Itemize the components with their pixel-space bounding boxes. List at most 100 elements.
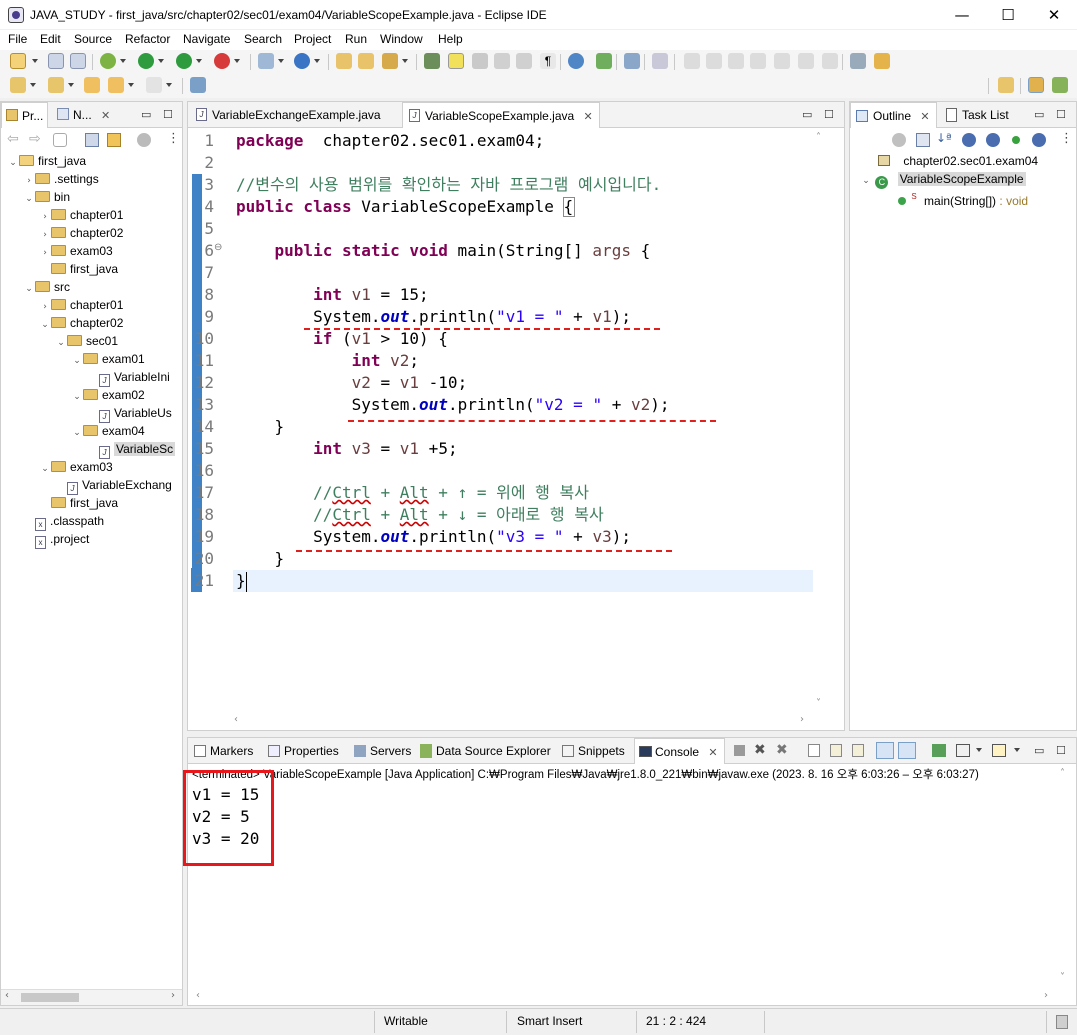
chevron-down-icon[interactable]: ⌄ [39, 460, 51, 478]
tab-navigator[interactable]: N... ✕ [53, 102, 116, 128]
scroll-right-icon[interactable]: › [1044, 990, 1048, 1001]
suspend-icon[interactable] [706, 53, 722, 69]
horizontal-scrollbar[interactable]: ‹ › [1, 989, 182, 1005]
tree-item[interactable]: › exam03 [1, 242, 182, 260]
tree-item[interactable]: first_java [1, 260, 182, 278]
external-tools-dropdown-icon[interactable] [234, 59, 240, 63]
debug-dropdown-icon[interactable] [120, 59, 126, 63]
minimize-view-icon[interactable]: ▭ [1034, 108, 1044, 121]
pin-console-icon[interactable] [932, 744, 946, 757]
scroll-left-icon[interactable]: ‹ [196, 990, 200, 1001]
open-resource-icon[interactable] [358, 53, 374, 69]
display-console-dropdown-icon[interactable] [976, 748, 982, 752]
menu-window[interactable]: Window [380, 32, 423, 46]
word-wrap-console-icon[interactable] [852, 744, 864, 757]
search-tool-icon[interactable] [382, 53, 398, 69]
menu-navigate[interactable]: Navigate [183, 32, 230, 46]
tree-item[interactable]: J VariableSc [1, 440, 182, 459]
coverage-icon[interactable] [176, 53, 192, 69]
open-task-icon[interactable] [424, 53, 440, 69]
drop-to-frame-icon[interactable] [850, 53, 866, 69]
sort-icon[interactable]: ↓ª [936, 131, 952, 145]
hide-fields-icon[interactable] [962, 133, 976, 147]
filter-icon[interactable] [137, 133, 151, 147]
terminate-icon[interactable] [728, 53, 744, 69]
scroll-lock-icon[interactable] [830, 744, 842, 757]
step-into-icon[interactable] [774, 53, 790, 69]
previous-annotation-dropdown-icon[interactable] [68, 83, 74, 87]
close-button[interactable]: ✕ [1031, 0, 1077, 30]
use-step-filters-icon[interactable] [874, 53, 890, 69]
outline-item-class[interactable]: ⌄ C VariableScopeExample [860, 170, 1026, 190]
tree-item[interactable]: › chapter02 [1, 224, 182, 242]
fold-collapse-icon[interactable]: ⊖ [214, 242, 222, 253]
new-dropdown-icon[interactable] [32, 59, 38, 63]
toggle-block-selection-icon[interactable] [472, 53, 488, 69]
web-browser-icon[interactable] [568, 53, 584, 69]
run-icon[interactable] [138, 53, 154, 69]
chevron-down-icon[interactable]: ⌄ [55, 334, 67, 352]
tree-item[interactable]: › chapter01 [1, 206, 182, 224]
tab-data-source-explorer[interactable]: Data Source Explorer [416, 738, 557, 764]
word-wrap-icon[interactable] [516, 53, 532, 69]
scroll-down-icon[interactable]: ˅ [1060, 972, 1065, 983]
minimize-editor-icon[interactable]: ▭ [802, 108, 812, 121]
maximize-view-icon[interactable]: ☐ [1056, 108, 1066, 121]
tab-servers[interactable]: Servers [350, 738, 417, 764]
clear-console-icon[interactable] [808, 744, 820, 757]
open-perspective-icon[interactable] [998, 77, 1014, 93]
tree-item[interactable]: x .classpath [1, 512, 182, 531]
scroll-up-icon[interactable]: ˄ [816, 132, 821, 143]
open-console-dropdown-icon[interactable] [1014, 748, 1020, 752]
maximize-editor-icon[interactable]: ☐ [824, 108, 834, 121]
new-server-dropdown-icon[interactable] [278, 59, 284, 63]
terminate-icon[interactable] [734, 745, 745, 756]
chevron-down-icon[interactable]: ⌄ [71, 388, 83, 406]
maximize-view-icon[interactable]: ☐ [163, 108, 173, 121]
step-return-icon[interactable] [822, 53, 838, 69]
close-icon[interactable]: ✕ [708, 746, 717, 759]
up-icon[interactable] [53, 133, 67, 147]
link-with-editor-icon[interactable] [107, 133, 121, 147]
outline-item-package[interactable]: chapter02.sec01.exam04 [878, 152, 1038, 170]
back-icon[interactable] [108, 77, 124, 93]
close-icon[interactable]: ✕ [920, 110, 929, 123]
save-all-icon[interactable] [70, 53, 86, 69]
resume-icon[interactable] [684, 53, 700, 69]
pilcrow-icon[interactable]: ¶ [540, 53, 556, 69]
scroll-down-icon[interactable]: ˅ [816, 698, 821, 709]
run-dropdown-icon[interactable] [158, 59, 164, 63]
forward-icon[interactable]: ⇨ [29, 131, 41, 147]
tree-item[interactable]: J VariableIni [1, 368, 182, 387]
menu-search[interactable]: Search [244, 32, 282, 46]
show-on-stdout-icon[interactable] [876, 742, 894, 759]
hide-local-types-icon[interactable] [1032, 133, 1046, 147]
tree-item[interactable]: ⌄ exam03 [1, 458, 182, 476]
next-annotation-dropdown-icon[interactable] [30, 83, 36, 87]
previous-annotation-icon[interactable] [48, 77, 64, 93]
tab-variable-scope-example[interactable]: J VariableScopeExample.java ✕ [402, 102, 600, 128]
tab-console[interactable]: Console ✕ [634, 738, 725, 764]
tree-item[interactable]: › chapter01 [1, 296, 182, 314]
maximize-view-icon[interactable]: ☐ [1056, 744, 1066, 757]
tree-item[interactable]: J VariableExchang [1, 476, 182, 495]
java-perspective-icon[interactable] [1028, 77, 1044, 93]
remove-launch-icon[interactable]: ✖ [754, 742, 766, 758]
tab-snippets[interactable]: Snippets [558, 738, 631, 764]
tab-package-explorer[interactable]: Pr... [1, 102, 49, 128]
menu-project[interactable]: Project [294, 32, 331, 46]
chevron-down-icon[interactable]: ⌄ [860, 172, 872, 190]
skip-breakpoints-icon[interactable] [652, 53, 668, 69]
tab-task-list[interactable]: Task List [942, 102, 1015, 128]
minimize-view-icon[interactable]: ▭ [1034, 744, 1044, 757]
scroll-left-icon[interactable]: ‹ [234, 714, 238, 725]
new-java-dropdown-icon[interactable] [314, 59, 320, 63]
show-whitespace-icon[interactable] [494, 53, 510, 69]
scroll-left-icon[interactable]: ‹ [5, 990, 9, 1001]
tree-item[interactable]: › .settings [1, 170, 182, 188]
menu-source[interactable]: Source [74, 32, 112, 46]
tab-outline[interactable]: Outline ✕ [850, 102, 937, 128]
chevron-down-icon[interactable]: ⌄ [7, 154, 19, 172]
tree-item[interactable]: ⌄ exam01 [1, 350, 182, 368]
collapse-all-icon[interactable] [85, 133, 99, 147]
